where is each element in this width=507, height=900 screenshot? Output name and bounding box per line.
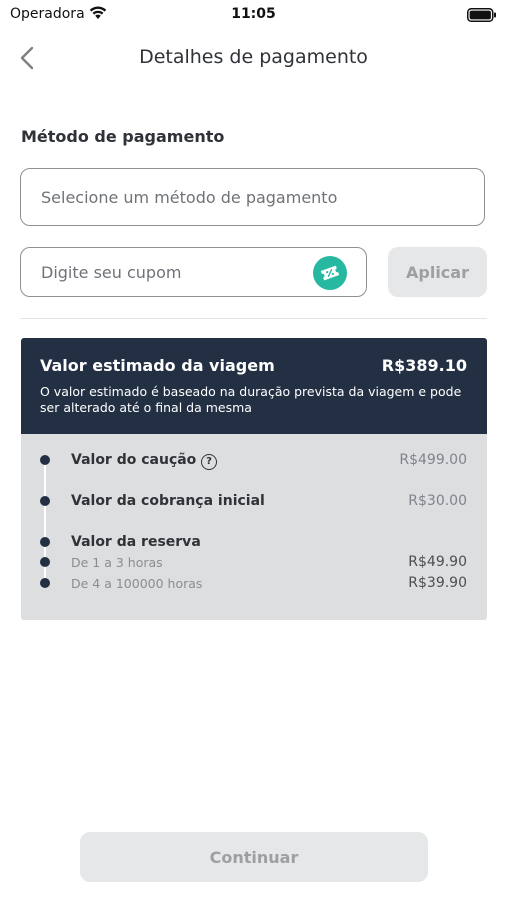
deposit-label: Valor do caução: [71, 452, 197, 468]
initial-charge-label: Valor da cobrança inicial: [71, 493, 265, 509]
navigation-bar: Detalhes de pagamento: [0, 36, 507, 80]
reservation-tier-value: R$39.90: [408, 575, 467, 591]
reservation-label: Valor da reserva: [71, 534, 201, 550]
estimate-card: Valor estimado da viagem R$389.10 O valo…: [21, 338, 487, 620]
payment-method-heading: Método de pagamento: [21, 127, 225, 146]
timeline-dot: [40, 537, 50, 547]
apply-coupon-button[interactable]: Aplicar: [388, 247, 487, 297]
page-title: Detalhes de pagamento: [139, 46, 368, 68]
status-time: 11:05: [231, 6, 276, 22]
payment-method-select[interactable]: Selecione um método de pagamento: [20, 168, 485, 226]
estimate-title: Valor estimado da viagem: [40, 356, 275, 375]
continue-button[interactable]: Continuar: [80, 832, 428, 882]
timeline-dot: [40, 455, 50, 465]
status-bar: Operadora 11:05: [0, 0, 507, 30]
estimate-header: Valor estimado da viagem R$389.10 O valo…: [21, 338, 487, 434]
timeline-dot: [40, 557, 50, 567]
timeline-dot: [40, 578, 50, 588]
coupon-input[interactable]: [21, 248, 321, 296]
timeline-dot: [40, 496, 50, 506]
estimate-description: O valor estimado é baseado na duração pr…: [40, 384, 462, 415]
reservation-tier-label: De 4 a 100000 horas: [71, 576, 203, 591]
divider: [20, 318, 487, 319]
battery-icon: [467, 7, 497, 26]
initial-charge-value: R$30.00: [408, 493, 467, 509]
deposit-value: R$499.00: [399, 452, 467, 468]
payment-method-placeholder: Selecione um método de pagamento: [41, 187, 338, 207]
coupon-field[interactable]: [20, 247, 367, 297]
reservation-tier-value: R$49.90: [408, 554, 467, 570]
reservation-tier-label: De 1 a 3 horas: [71, 555, 163, 570]
coupon-percent-icon: [313, 256, 347, 290]
help-icon[interactable]: ?: [201, 454, 217, 470]
estimate-breakdown: Valor do caução ? R$499.00 Valor da cobr…: [21, 434, 487, 620]
estimate-amount: R$389.10: [381, 356, 467, 375]
